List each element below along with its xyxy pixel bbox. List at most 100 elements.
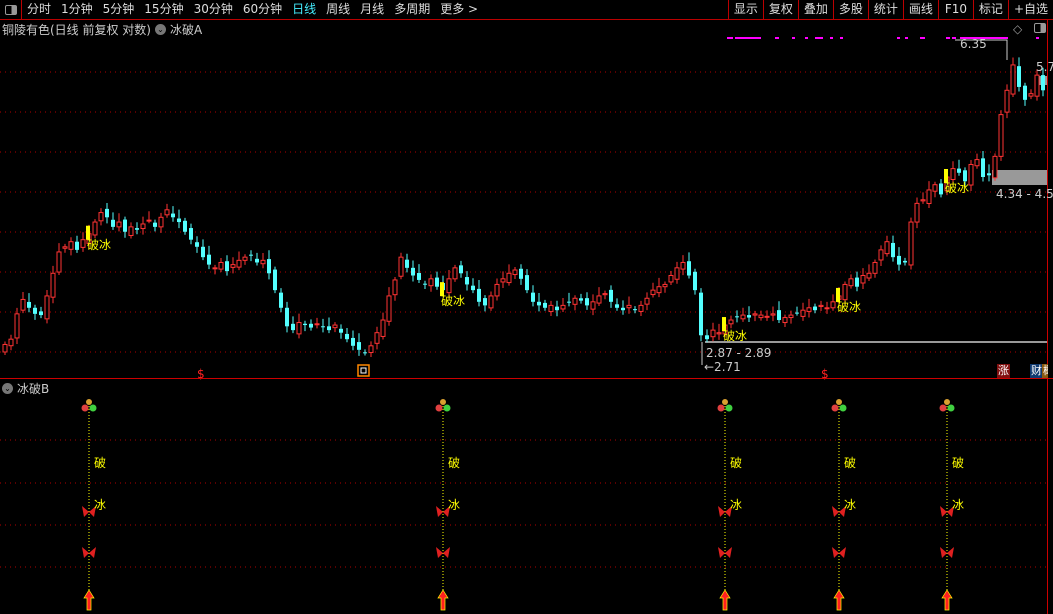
candle-body xyxy=(80,239,86,248)
candle-body xyxy=(201,246,205,258)
indicator-name-b[interactable]: 冰破B xyxy=(17,380,49,397)
signal-marker xyxy=(775,37,779,39)
candle-body xyxy=(8,338,14,347)
candle-body xyxy=(1004,89,1010,113)
sub-text-po: 破 xyxy=(844,456,857,470)
candle-body xyxy=(939,183,943,195)
diamond-icon[interactable]: ◇ xyxy=(1013,22,1022,36)
candle-body xyxy=(770,313,776,316)
candle-body xyxy=(506,272,512,284)
candle-body xyxy=(446,278,452,294)
panel-divider[interactable] xyxy=(0,378,1053,379)
signal-orb-icon xyxy=(86,399,92,405)
candle-body xyxy=(471,285,475,291)
chevron-down-icon[interactable]: ⌄ xyxy=(2,383,13,394)
candle-body xyxy=(14,313,20,339)
candle-body xyxy=(386,295,392,322)
candle-body xyxy=(260,259,266,265)
signal-marker xyxy=(946,37,950,39)
candle-body xyxy=(537,301,541,306)
candle-body xyxy=(267,259,271,274)
candle-body xyxy=(357,342,361,350)
candle-body xyxy=(405,259,409,268)
up-arrow-icon xyxy=(83,589,95,611)
signal-orb-icon xyxy=(81,404,89,412)
candle-body xyxy=(128,226,134,237)
candle-body xyxy=(27,301,31,308)
candle-body xyxy=(255,258,259,263)
candle-body xyxy=(380,319,386,337)
candle-body xyxy=(806,307,812,312)
candle-body xyxy=(560,304,566,310)
candle-body xyxy=(579,298,583,301)
candle-body xyxy=(800,309,806,317)
candle-body xyxy=(1017,66,1021,87)
candle-body xyxy=(171,213,175,218)
candle-body xyxy=(914,202,920,223)
candle-body xyxy=(932,184,938,192)
candle-body xyxy=(146,219,152,222)
candle-body xyxy=(662,283,668,288)
candle-body xyxy=(39,311,43,316)
candle-body xyxy=(398,256,404,277)
candle-body xyxy=(296,322,302,335)
candle-body xyxy=(225,261,229,272)
candle-body xyxy=(116,221,122,228)
candle-body xyxy=(764,315,770,318)
candle-body xyxy=(56,251,62,273)
range-line-low xyxy=(705,341,1047,343)
candle-body xyxy=(435,277,439,287)
candle-body xyxy=(903,260,907,263)
candle-body xyxy=(740,314,746,320)
range-low-label: 2.87 - 2.89 xyxy=(706,346,772,360)
signal-marker xyxy=(735,37,757,39)
candle-body xyxy=(567,301,571,303)
signal-orb-icon xyxy=(435,404,443,412)
candle-body xyxy=(105,208,109,218)
candle-body xyxy=(585,298,589,306)
candle-body xyxy=(656,286,662,294)
candle-body xyxy=(531,292,535,302)
signal-marker xyxy=(792,37,795,39)
candle-body xyxy=(20,298,26,311)
candle-body xyxy=(548,304,554,313)
candle-body xyxy=(279,292,283,308)
candle-body xyxy=(813,306,817,311)
zhang-badge[interactable]: 涨 xyxy=(997,364,1010,378)
candle-body xyxy=(650,289,656,296)
signal-marker xyxy=(1036,37,1039,39)
candle-body xyxy=(75,241,79,250)
candle-body xyxy=(273,269,277,291)
candlestick-chart[interactable]: $ $ xyxy=(0,0,1053,614)
candle-body xyxy=(158,216,164,228)
candle-body xyxy=(596,295,602,304)
candle-body xyxy=(777,310,781,321)
candle-body xyxy=(728,319,734,325)
candle-body xyxy=(500,278,506,283)
candle-body xyxy=(710,329,716,338)
candle-body xyxy=(339,328,343,333)
candle-body xyxy=(488,295,494,309)
square-marker-icon xyxy=(357,364,370,377)
candle-body xyxy=(626,304,632,309)
signal-orb-icon xyxy=(939,404,947,412)
candle-body xyxy=(62,246,68,249)
candle-body xyxy=(452,267,458,280)
candle-body xyxy=(884,241,890,255)
candle-body xyxy=(477,288,481,302)
candle-body xyxy=(92,221,98,236)
candle-body xyxy=(465,277,469,285)
candle-body xyxy=(716,332,722,335)
signal-marker xyxy=(830,37,833,39)
signal-marker xyxy=(727,37,733,39)
candle-body xyxy=(782,317,788,324)
candle-body xyxy=(183,220,187,232)
signal-marker xyxy=(805,37,808,39)
candle-body xyxy=(668,274,674,283)
panel-toggle-icon[interactable] xyxy=(1034,23,1046,33)
candle-body xyxy=(818,304,824,307)
concept-badge[interactable]: 概 xyxy=(1042,364,1048,378)
right-price-label: 5.7 xyxy=(1036,60,1053,74)
candle-body xyxy=(68,241,74,250)
candle-body xyxy=(363,352,367,354)
